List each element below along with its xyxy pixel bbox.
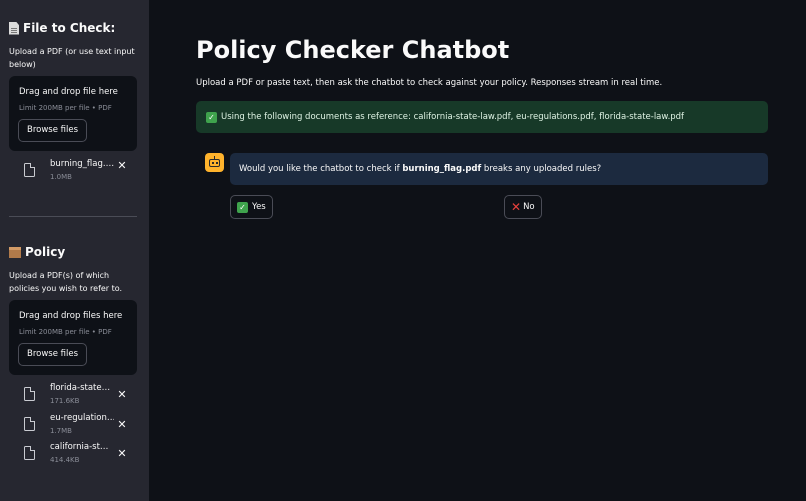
app: File to Check: Upload a PDF (or use text… (0, 0, 806, 501)
file-icon (24, 162, 36, 177)
dropzone-title: Drag and drop file here (19, 87, 118, 97)
yes-button[interactable]: ✓ Yes (230, 195, 273, 219)
remove-file-icon[interactable]: ✕ (116, 419, 128, 431)
check-file-dropzone[interactable]: Drag and drop file here Limit 200MB per … (9, 76, 137, 151)
uploaded-file-size: 1.0MB (50, 173, 72, 181)
policy-files-dropzone[interactable]: Drag and drop files here Limit 200MB per… (9, 300, 137, 375)
sidebar-divider (9, 216, 137, 217)
reference-documents-alert: ✓ Using the following documents as refer… (196, 101, 768, 133)
uploaded-file-item: california-st… 414.4KB ✕ (22, 442, 140, 470)
dropzone-title: Drag and drop files here (19, 311, 123, 321)
file-icon (24, 416, 36, 431)
uploaded-file-size: 1.7MB (50, 427, 72, 435)
no-button-label: No (523, 202, 535, 212)
uploaded-file-item: eu-regulation… 1.7MB ✕ (22, 413, 140, 441)
file-to-check-caption: Upload a PDF (or use text input below) (9, 47, 135, 69)
dropzone-limit: Limit 200MB per file • PDF (19, 104, 112, 112)
uploaded-file-name: burning_flag.… (50, 159, 114, 169)
yes-button-label: Yes (252, 202, 266, 212)
remove-file-icon[interactable]: ✕ (116, 389, 128, 401)
uploaded-file-item: florida-state… 171.6KB ✕ (22, 383, 140, 411)
document-icon (9, 21, 19, 35)
page-title: Policy Checker Chatbot (196, 36, 510, 64)
main-content: Policy Checker Chatbot Upload a PDF or p… (149, 0, 806, 501)
uploaded-file-size: 171.6KB (50, 397, 80, 405)
uploaded-file-name: eu-regulation… (50, 413, 114, 423)
file-to-check-heading: File to Check: (9, 21, 115, 35)
remove-file-icon[interactable]: ✕ (116, 448, 128, 460)
chat-message-filename: burning_flag.pdf (402, 164, 482, 174)
remove-file-icon[interactable]: ✕ (116, 160, 128, 172)
chat-message: Would you like the chatbot to check if b… (230, 153, 768, 185)
chat-message-suffix: breaks any uploaded rules? (481, 164, 602, 174)
file-icon (24, 386, 36, 401)
policy-heading: Policy (9, 245, 65, 259)
no-button[interactable]: ✕ No (504, 195, 542, 219)
file-icon (24, 445, 36, 460)
box-icon (9, 246, 21, 258)
check-mark-icon: ✓ (237, 201, 248, 213)
reference-documents-text: Using the following documents as referen… (221, 112, 685, 122)
policy-heading-text: Policy (25, 245, 66, 259)
uploaded-file-name: florida-state… (50, 383, 111, 393)
browse-files-button[interactable]: Browse files (18, 343, 88, 366)
cross-mark-icon: ✕ (511, 200, 522, 214)
bot-avatar-icon (205, 153, 224, 172)
browse-files-button[interactable]: Browse files (18, 119, 88, 142)
uploaded-file-size: 414.4KB (50, 456, 80, 464)
chat-message-prefix: Would you like the chatbot to check if (239, 164, 403, 174)
dropzone-limit: Limit 200MB per file • PDF (19, 328, 112, 336)
file-to-check-heading-text: File to Check: (23, 21, 116, 35)
check-mark-icon: ✓ (206, 111, 217, 123)
uploaded-file-name: california-st… (50, 442, 109, 452)
page-subtitle: Upload a PDF or paste text, then ask the… (196, 78, 663, 88)
uploaded-file-item: burning_flag.… 1.0MB ✕ (22, 159, 140, 187)
sidebar: File to Check: Upload a PDF (or use text… (0, 0, 149, 501)
policy-caption: Upload a PDF(s) of which policies you wi… (9, 271, 123, 293)
